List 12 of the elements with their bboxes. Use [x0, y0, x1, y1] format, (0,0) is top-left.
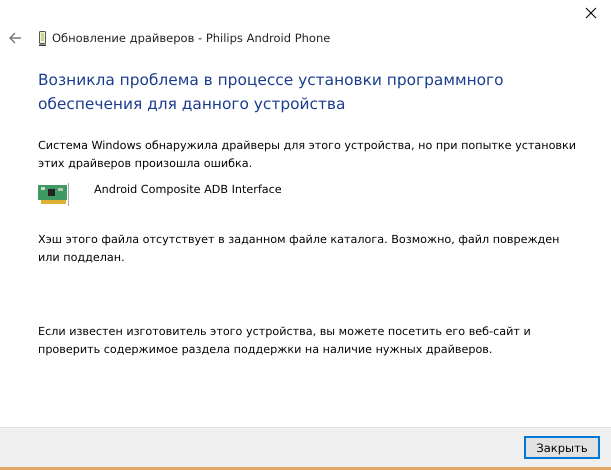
device-name: Android Composite ADB Interface — [94, 183, 282, 196]
back-button[interactable] — [8, 31, 22, 45]
advice-text: Если известен изготовитель этого устройства, вы можете посетить его веб-сайт и проверить содержимое раздела поддержки на наличие нужных драйверов. — [38, 324, 532, 358]
back-arrow-icon — [8, 31, 22, 45]
phone-icon — [39, 30, 46, 46]
network-card-icon — [38, 182, 72, 206]
close-button[interactable]: Закрыть — [524, 436, 600, 459]
window-title: Обновление драйверов - Philips Android Phone — [52, 31, 330, 45]
message-text: Система Windows обнаружила драйверы для этого устройства, но при попытке установки этих драйверов произошла ошибка. — [38, 138, 578, 172]
error-text: Хэш этого файла отсутствует в заданном файле каталога. Возможно, файл поврежден или подделан. — [38, 232, 560, 266]
error-heading: Возникла проблема в процессе установки программного обеспечения для данного устройства — [38, 70, 505, 115]
close-icon — [585, 7, 597, 19]
